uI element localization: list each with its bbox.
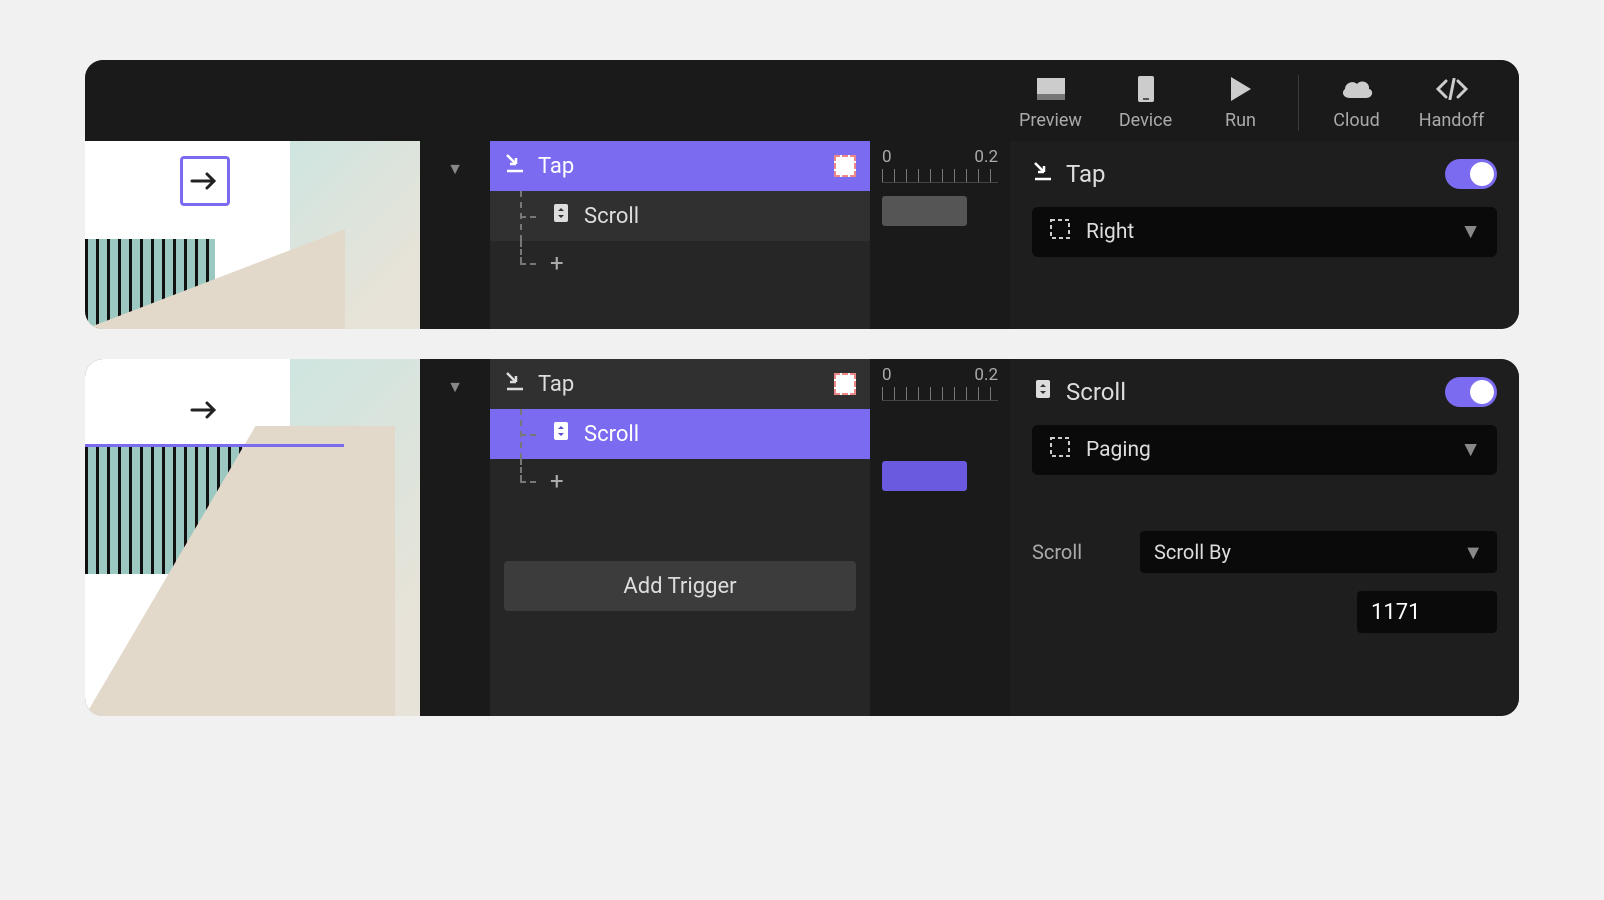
tree-elbow bbox=[520, 263, 536, 265]
layer-scroll[interactable]: Scroll bbox=[490, 409, 870, 459]
layer-scroll-label: Scroll bbox=[584, 422, 639, 447]
gutter: ▼ bbox=[420, 141, 490, 329]
scroll-icon bbox=[550, 202, 572, 230]
layer-tap[interactable]: Tap bbox=[490, 359, 870, 409]
preview-label: Preview bbox=[1019, 110, 1082, 131]
cloud-button[interactable]: Cloud bbox=[1309, 74, 1404, 131]
scroll-value-row: 1171 bbox=[1032, 591, 1497, 633]
ruler-ticks bbox=[882, 387, 998, 401]
device-button[interactable]: Device bbox=[1098, 74, 1193, 131]
arrow-right-icon bbox=[190, 171, 220, 191]
timeline-bar[interactable] bbox=[882, 461, 967, 491]
canvas-preview bbox=[85, 141, 420, 329]
timeline: 0 0.2 bbox=[870, 359, 1010, 716]
tree-line bbox=[520, 241, 522, 263]
arrow-element[interactable] bbox=[180, 385, 230, 435]
device-icon bbox=[1137, 74, 1155, 104]
cloud-label: Cloud bbox=[1333, 110, 1379, 131]
ruler-start: 0 bbox=[882, 365, 892, 385]
device-label: Device bbox=[1119, 110, 1172, 131]
scroll-value-input[interactable]: 1171 bbox=[1357, 591, 1497, 633]
run-label: Run bbox=[1225, 110, 1256, 131]
plus-icon: + bbox=[550, 249, 564, 277]
layers-panel: Tap Scroll + bbox=[490, 141, 870, 329]
selection-line bbox=[85, 444, 344, 447]
layer-tap-label: Tap bbox=[538, 372, 574, 397]
target-dropdown[interactable]: Right ▼ bbox=[1032, 207, 1497, 257]
scroll-icon bbox=[550, 420, 572, 448]
inspector-header: Scroll bbox=[1032, 377, 1497, 407]
layer-swatch bbox=[834, 155, 856, 177]
handoff-label: Handoff bbox=[1419, 110, 1485, 131]
selected-element[interactable] bbox=[180, 156, 230, 206]
chevron-down-icon: ▼ bbox=[1460, 438, 1481, 462]
layers-panel: Tap Scroll + Add Trigger bbox=[490, 359, 870, 716]
window-tap: Preview Device Run Cloud Handoff bbox=[85, 60, 1519, 329]
target-value: Right bbox=[1086, 220, 1134, 244]
timeline-bar[interactable] bbox=[882, 196, 967, 226]
inspector-panel: Scroll Paging ▼ Scroll Scroll By ▼ bbox=[1010, 359, 1519, 716]
toolbar-divider bbox=[1298, 75, 1299, 131]
cloud-icon bbox=[1340, 74, 1374, 104]
ruler-start: 0 bbox=[882, 147, 892, 167]
chevron-down-icon: ▼ bbox=[1463, 540, 1483, 565]
ruler-labels: 0 0.2 bbox=[882, 147, 998, 167]
ruler-end: 0.2 bbox=[974, 147, 998, 167]
layer-tap[interactable]: Tap bbox=[490, 141, 870, 191]
chevron-down-icon: ▼ bbox=[1460, 220, 1481, 244]
target-dropdown[interactable]: Paging ▼ bbox=[1032, 425, 1497, 475]
tap-icon bbox=[504, 370, 526, 398]
scroll-mode-select[interactable]: Scroll By ▼ bbox=[1140, 531, 1497, 573]
preview-icon bbox=[1036, 74, 1066, 104]
scroll-mode-value: Scroll By bbox=[1154, 540, 1231, 564]
inspector-title: Tap bbox=[1066, 160, 1106, 188]
window-scroll: ▼ Tap Scroll + bbox=[85, 359, 1519, 716]
inspector-header: Tap bbox=[1032, 159, 1497, 189]
layer-add[interactable]: + bbox=[490, 241, 870, 285]
ruler-end: 0.2 bbox=[974, 365, 998, 385]
scroll-mode-row: Scroll Scroll By ▼ bbox=[1032, 531, 1497, 573]
selection-icon bbox=[1048, 217, 1072, 247]
enable-toggle[interactable] bbox=[1445, 377, 1497, 407]
canvas-preview bbox=[85, 359, 420, 716]
tree-elbow bbox=[520, 216, 536, 218]
target-value: Paging bbox=[1086, 438, 1151, 462]
enable-toggle[interactable] bbox=[1445, 159, 1497, 189]
gutter: ▼ bbox=[420, 359, 490, 716]
play-icon bbox=[1229, 74, 1253, 104]
run-button[interactable]: Run bbox=[1193, 74, 1288, 131]
code-icon bbox=[1435, 74, 1469, 104]
layer-scroll[interactable]: Scroll bbox=[490, 191, 870, 241]
preview-button[interactable]: Preview bbox=[1003, 74, 1098, 131]
ruler-ticks bbox=[882, 169, 998, 183]
layer-swatch bbox=[834, 373, 856, 395]
scroll-icon bbox=[1032, 378, 1054, 406]
toolbar: Preview Device Run Cloud Handoff bbox=[85, 60, 1519, 141]
tree-line bbox=[520, 459, 522, 481]
tap-icon bbox=[1032, 160, 1054, 188]
selection-icon bbox=[1048, 435, 1072, 465]
content-row: ▼ Tap Scroll + bbox=[85, 359, 1519, 716]
tree-elbow bbox=[520, 481, 536, 483]
layer-tap-label: Tap bbox=[538, 154, 574, 179]
arrow-right-icon bbox=[190, 400, 220, 420]
ruler-labels: 0 0.2 bbox=[882, 365, 998, 385]
add-trigger-label: Add Trigger bbox=[623, 574, 736, 599]
layer-scroll-label: Scroll bbox=[584, 204, 639, 229]
tree-elbow bbox=[520, 434, 536, 436]
disclosure-icon[interactable]: ▼ bbox=[447, 159, 463, 179]
tap-icon bbox=[504, 152, 526, 180]
content-row: ▼ Tap Scroll + bbox=[85, 141, 1519, 329]
layer-add[interactable]: + bbox=[490, 459, 870, 503]
plus-icon: + bbox=[550, 467, 564, 495]
scroll-value: 1171 bbox=[1371, 600, 1420, 625]
disclosure-icon[interactable]: ▼ bbox=[447, 377, 463, 397]
inspector-panel: Tap Right ▼ bbox=[1010, 141, 1519, 329]
scroll-label: Scroll bbox=[1032, 540, 1122, 564]
add-trigger-button[interactable]: Add Trigger bbox=[504, 561, 856, 611]
handoff-button[interactable]: Handoff bbox=[1404, 74, 1499, 131]
inspector-title: Scroll bbox=[1066, 378, 1126, 406]
timeline: 0 0.2 bbox=[870, 141, 1010, 329]
